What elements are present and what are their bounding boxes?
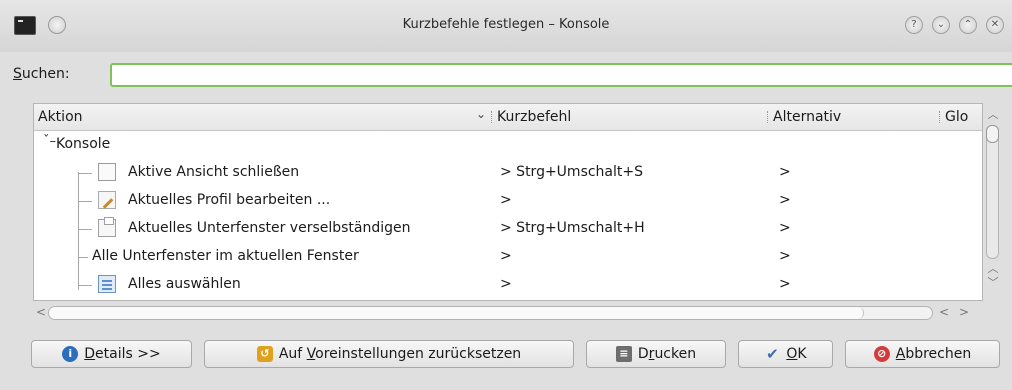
- alternative-cell[interactable]: >: [779, 220, 791, 236]
- alternative-cell[interactable]: >: [779, 276, 791, 292]
- minimize-button[interactable]: ⌄: [932, 16, 950, 34]
- scroll-track[interactable]: [986, 125, 999, 259]
- shortcut-cell[interactable]: > Strg+Umschalt+S: [500, 164, 643, 180]
- tree-branch-line: [78, 285, 92, 286]
- print-button[interactable]: ≡ Drucken: [586, 340, 726, 368]
- tree-branch-line: [78, 201, 92, 202]
- action-label: Alle Unterfenster im aktuellen Fenster: [92, 248, 359, 264]
- tree-branch-line: [78, 257, 88, 258]
- details-button[interactable]: i Details >>: [31, 340, 192, 368]
- column-separator[interactable]: [939, 111, 943, 123]
- alternative-cell[interactable]: >: [779, 192, 791, 208]
- cancel-icon: ⊘: [873, 346, 890, 362]
- maximize-button[interactable]: ⌃: [959, 16, 977, 34]
- ok-button[interactable]: ✔ OK: [738, 340, 833, 368]
- action-label: Aktuelles Unterfenster verselbständigen: [128, 220, 411, 236]
- scroll-thumb[interactable]: [986, 125, 999, 143]
- detach-tab-icon: [98, 217, 116, 237]
- shortcut-cell[interactable]: > Strg+Umschalt+H: [500, 220, 645, 236]
- info-icon: i: [62, 346, 79, 362]
- reset-icon: ↺: [256, 346, 273, 362]
- column-action[interactable]: Aktion: [38, 109, 83, 125]
- edit-profile-icon: [98, 191, 116, 209]
- shortcut-cell[interactable]: >: [500, 248, 512, 264]
- column-separator[interactable]: [491, 111, 495, 123]
- table-row[interactable]: Aktuelles Unterfenster verselbständigen …: [34, 217, 982, 241]
- table-row[interactable]: Aktive Ansicht schließen > Strg+Umschalt…: [34, 161, 982, 185]
- horizontal-scrollbar[interactable]: < < >: [33, 303, 983, 323]
- tree-branch-line: [78, 173, 92, 174]
- alternative-cell[interactable]: >: [779, 248, 791, 264]
- table-row[interactable]: Alle Unterfenster im aktuellen Fenster >…: [34, 245, 982, 269]
- reset-defaults-button[interactable]: ↺ Auf Voreinstellungen zurücksetzen: [204, 340, 574, 368]
- shortcut-cell[interactable]: >: [500, 276, 512, 292]
- action-label: Alles auswählen: [128, 276, 241, 292]
- collapse-arrow-icon[interactable]: ˇ–: [43, 134, 56, 149]
- scroll-right-arrow-icon[interactable]: >: [959, 305, 969, 319]
- select-all-icon: [98, 275, 116, 293]
- checkmark-icon: ✔: [766, 345, 779, 363]
- scroll-up-arrow-icon[interactable]: ︿: [983, 263, 1003, 275]
- printer-icon: ≡: [615, 346, 632, 362]
- search-input[interactable]: [110, 63, 1012, 87]
- table-row[interactable]: Aktuelles Profil bearbeiten ... > >: [34, 189, 982, 213]
- window-close-icon: [98, 163, 116, 181]
- scroll-up-arrow-icon[interactable]: ︿: [983, 109, 1003, 121]
- action-label: Aktive Ansicht schließen: [128, 164, 300, 180]
- scroll-left-arrow-icon[interactable]: <: [939, 305, 949, 319]
- action-label: Aktuelles Profil bearbeiten ...: [128, 192, 331, 208]
- vertical-scrollbar[interactable]: ︿ ︿ ﹀: [983, 103, 1003, 301]
- shortcuts-tree[interactable]: Aktion ⌄ Kurzbefehl Alternativ Glo ˇ– Ko…: [33, 103, 983, 301]
- window-title: Kurzbefehle festlegen – Konsole: [402, 17, 610, 32]
- column-separator[interactable]: [767, 111, 771, 123]
- sort-indicator-icon: ⌄: [476, 107, 487, 121]
- search-label: Suchen:: [13, 66, 70, 82]
- title-bar: Kurzbefehle festlegen – Konsole ? ⌄ ⌃ ✕: [0, 0, 1012, 52]
- column-global[interactable]: Glo: [945, 109, 968, 125]
- column-shortcut[interactable]: Kurzbefehl: [497, 109, 571, 125]
- alternative-cell[interactable]: >: [779, 164, 791, 180]
- tree-branch-line: [78, 229, 92, 230]
- help-button[interactable]: ?: [905, 16, 923, 34]
- shortcut-cell[interactable]: >: [500, 192, 512, 208]
- tree-group-konsole[interactable]: ˇ– Konsole: [34, 133, 982, 157]
- group-label: Konsole: [56, 136, 111, 152]
- cancel-button[interactable]: ⊘ Abbrechen: [845, 340, 1000, 368]
- scroll-thumb[interactable]: [49, 307, 864, 319]
- close-button[interactable]: ✕: [986, 16, 1004, 34]
- tree-header: Aktion ⌄ Kurzbefehl Alternativ Glo: [34, 104, 982, 131]
- table-row[interactable]: Alles auswählen > >: [34, 273, 982, 297]
- scroll-left-arrow-icon[interactable]: <: [36, 305, 46, 319]
- column-alternative[interactable]: Alternativ: [773, 109, 841, 125]
- scroll-down-arrow-icon[interactable]: ﹀: [983, 277, 1003, 289]
